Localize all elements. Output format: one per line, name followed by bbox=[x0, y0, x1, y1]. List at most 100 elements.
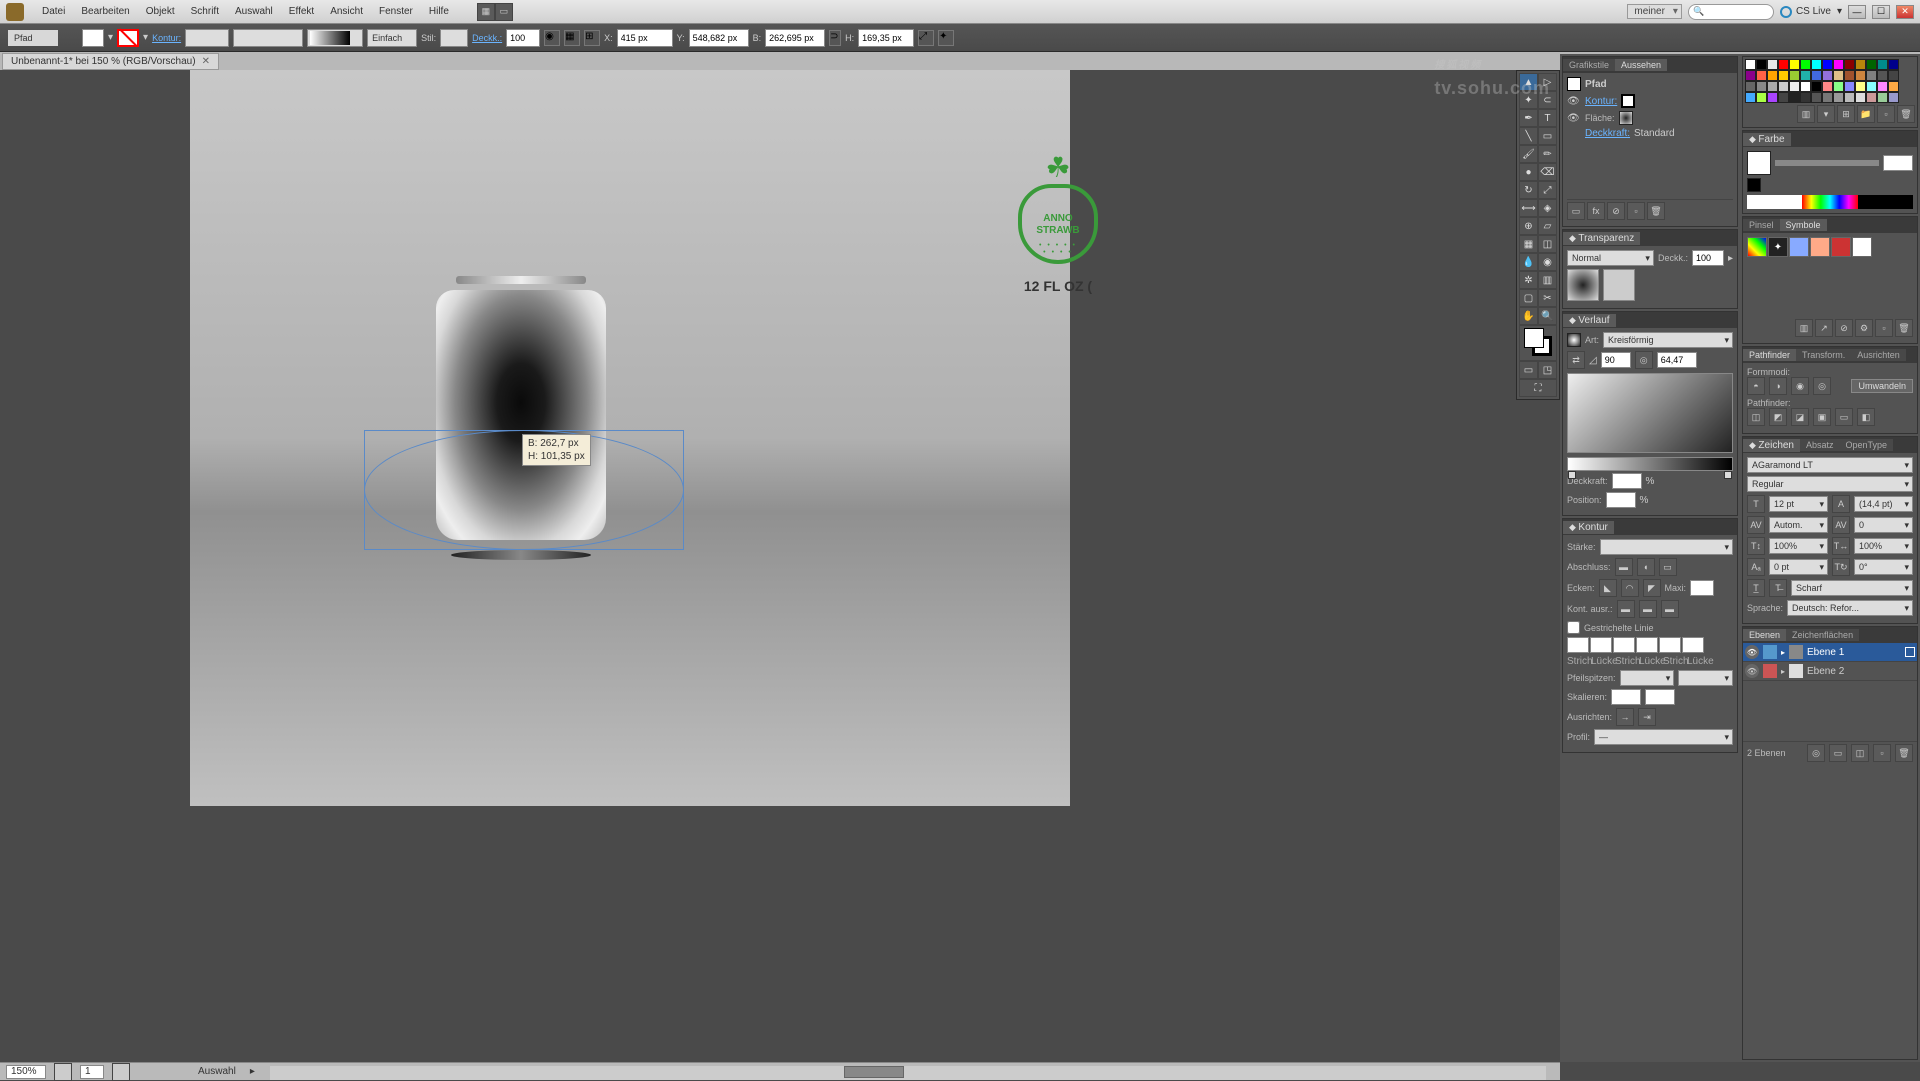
artboard-nav[interactable]: 1 bbox=[80, 1065, 104, 1079]
antialiasing[interactable]: Scharf bbox=[1791, 580, 1913, 596]
stroke-style-combo[interactable]: Einfach bbox=[367, 29, 417, 47]
artboard-tool[interactable]: ▢ bbox=[1519, 289, 1538, 307]
swatch[interactable] bbox=[1756, 81, 1767, 92]
isolate-icon[interactable]: ⤢ bbox=[918, 30, 934, 46]
swatch[interactable] bbox=[1811, 70, 1822, 81]
menu-fenster[interactable]: Fenster bbox=[371, 6, 421, 17]
eyedropper-tool[interactable]: 💧 bbox=[1519, 253, 1538, 271]
close-button[interactable]: ✕ bbox=[1896, 5, 1914, 19]
link-wh-icon[interactable]: ⊃ bbox=[829, 30, 841, 46]
line-tool[interactable]: ╲ bbox=[1519, 127, 1538, 145]
cap-proj[interactable]: ▭ bbox=[1659, 558, 1677, 576]
tab-pinsel[interactable]: Pinsel bbox=[1743, 219, 1780, 231]
symbol-sprayer-tool[interactable]: ✲ bbox=[1519, 271, 1538, 289]
gradient-angle[interactable] bbox=[1601, 352, 1631, 368]
menu-bearbeiten[interactable]: Bearbeiten bbox=[73, 6, 137, 17]
deckk-link[interactable]: Deckk.: bbox=[472, 33, 502, 43]
swatch[interactable] bbox=[1811, 92, 1822, 103]
clear-icon[interactable]: ⊘ bbox=[1607, 202, 1625, 220]
pencil-tool[interactable]: ✏ bbox=[1538, 145, 1557, 163]
align-icon[interactable]: ▦ bbox=[564, 30, 580, 46]
search-input[interactable] bbox=[1688, 4, 1774, 20]
blend-tool[interactable]: ◉ bbox=[1538, 253, 1557, 271]
swatch[interactable] bbox=[1855, 59, 1866, 70]
swatch[interactable] bbox=[1811, 59, 1822, 70]
cslive-button[interactable]: CS Live▾ bbox=[1780, 6, 1842, 18]
swatch[interactable] bbox=[1745, 59, 1756, 70]
gradient-tool[interactable]: ◫ bbox=[1538, 235, 1557, 253]
tab-farbe[interactable]: ◆ Farbe bbox=[1743, 133, 1791, 146]
swatch[interactable] bbox=[1888, 59, 1899, 70]
tab-verlauf[interactable]: ◆ Verlauf bbox=[1563, 314, 1616, 327]
pf-trim[interactable]: ◩ bbox=[1769, 408, 1787, 426]
tab-align[interactable]: Ausrichten bbox=[1851, 349, 1906, 361]
font-style-combo[interactable]: Regular bbox=[1747, 476, 1913, 492]
join-miter[interactable]: ◣ bbox=[1599, 579, 1617, 597]
dash-1[interactable] bbox=[1567, 637, 1589, 653]
tab-grafikstile[interactable]: Grafikstile bbox=[1563, 59, 1615, 71]
fill-swatch[interactable] bbox=[82, 29, 104, 47]
swatch[interactable] bbox=[1800, 81, 1811, 92]
cap-round[interactable]: ◖ bbox=[1637, 558, 1655, 576]
artboard-next[interactable]: ▶ bbox=[112, 1063, 130, 1081]
arrow-align-1[interactable]: → bbox=[1616, 708, 1634, 726]
strike-icon[interactable]: T̶ bbox=[1769, 579, 1787, 597]
scale-tool[interactable]: ⤢ bbox=[1538, 181, 1557, 199]
edit-icon[interactable]: ✦ bbox=[938, 30, 954, 46]
gradient-thumb[interactable] bbox=[1567, 333, 1581, 347]
perspective-tool[interactable]: ▱ bbox=[1538, 217, 1557, 235]
zoom-combo[interactable]: 150% bbox=[6, 1065, 46, 1079]
miter-limit[interactable] bbox=[1690, 580, 1714, 596]
eye-icon[interactable]: 👁 bbox=[1745, 664, 1759, 678]
color-fill-swatch[interactable] bbox=[1747, 151, 1771, 175]
swatch-opt-icon[interactable]: ⊞ bbox=[1837, 105, 1855, 123]
layer-1[interactable]: 👁▸Ebene 1 bbox=[1743, 643, 1917, 662]
gap-2[interactable] bbox=[1636, 637, 1658, 653]
swatch[interactable] bbox=[1888, 92, 1899, 103]
new-swatch-icon[interactable]: ▫ bbox=[1877, 105, 1895, 123]
mesh-tool[interactable]: ▦ bbox=[1519, 235, 1538, 253]
grad-opacity[interactable] bbox=[1612, 473, 1642, 489]
aspect-icon[interactable]: ◎ bbox=[1635, 351, 1653, 369]
swatch[interactable] bbox=[1789, 92, 1800, 103]
align-inside[interactable]: ▬ bbox=[1639, 600, 1657, 618]
swatch[interactable] bbox=[1756, 70, 1767, 81]
swatch-lib-icon[interactable]: ▥ bbox=[1797, 105, 1815, 123]
join-bevel[interactable]: ◤ bbox=[1643, 579, 1661, 597]
swatch[interactable] bbox=[1833, 92, 1844, 103]
sym-new[interactable]: ▫ bbox=[1875, 319, 1893, 337]
tracking[interactable]: 0 bbox=[1854, 517, 1913, 533]
layer-trash-icon[interactable]: 🗑 bbox=[1895, 744, 1913, 762]
x-input[interactable] bbox=[617, 29, 673, 47]
menu-ansicht[interactable]: Ansicht bbox=[322, 6, 371, 17]
swatch[interactable] bbox=[1789, 81, 1800, 92]
dash-3[interactable] bbox=[1659, 637, 1681, 653]
paintbrush-tool[interactable]: 🖌 bbox=[1519, 145, 1538, 163]
tab-transform[interactable]: Transform. bbox=[1796, 349, 1851, 361]
strawberry-logo[interactable]: ☘ ANNOSTRAWB • • • • •• • • • 12 FL OZ ( bbox=[988, 154, 1128, 294]
dash-2[interactable] bbox=[1613, 637, 1635, 653]
tab-absatz[interactable]: Absatz bbox=[1800, 439, 1840, 451]
tab-opentype[interactable]: OpenType bbox=[1840, 439, 1894, 451]
pf-unite[interactable]: ◓ bbox=[1747, 377, 1765, 395]
draw-behind-icon[interactable]: ◳ bbox=[1538, 361, 1557, 379]
profile-combo[interactable]: — bbox=[1594, 729, 1733, 745]
tab-aussehen[interactable]: Aussehen bbox=[1615, 59, 1667, 71]
swatch[interactable] bbox=[1877, 70, 1888, 81]
gap-3[interactable] bbox=[1682, 637, 1704, 653]
swatch[interactable] bbox=[1822, 81, 1833, 92]
char-rotation[interactable]: 0° bbox=[1854, 559, 1913, 575]
leading[interactable]: (14,4 pt) bbox=[1854, 496, 1913, 512]
new-art-icon[interactable]: ▭ bbox=[1567, 202, 1585, 220]
screen-mode-tool[interactable]: ⛶ bbox=[1519, 379, 1557, 397]
shape-builder-tool[interactable]: ⊕ bbox=[1519, 217, 1538, 235]
swatch[interactable] bbox=[1767, 92, 1778, 103]
cap-butt[interactable]: ▬ bbox=[1615, 558, 1633, 576]
swatch[interactable] bbox=[1767, 59, 1778, 70]
swatch[interactable] bbox=[1866, 70, 1877, 81]
style-combo[interactable] bbox=[440, 29, 468, 47]
document-tab[interactable]: Unbenannt-1* bei 150 % (RGB/Vorschau) ✕ bbox=[2, 53, 219, 70]
swatch[interactable] bbox=[1866, 81, 1877, 92]
close-tab-icon[interactable]: ✕ bbox=[202, 56, 210, 67]
underline-icon[interactable]: T̲ bbox=[1747, 579, 1765, 597]
